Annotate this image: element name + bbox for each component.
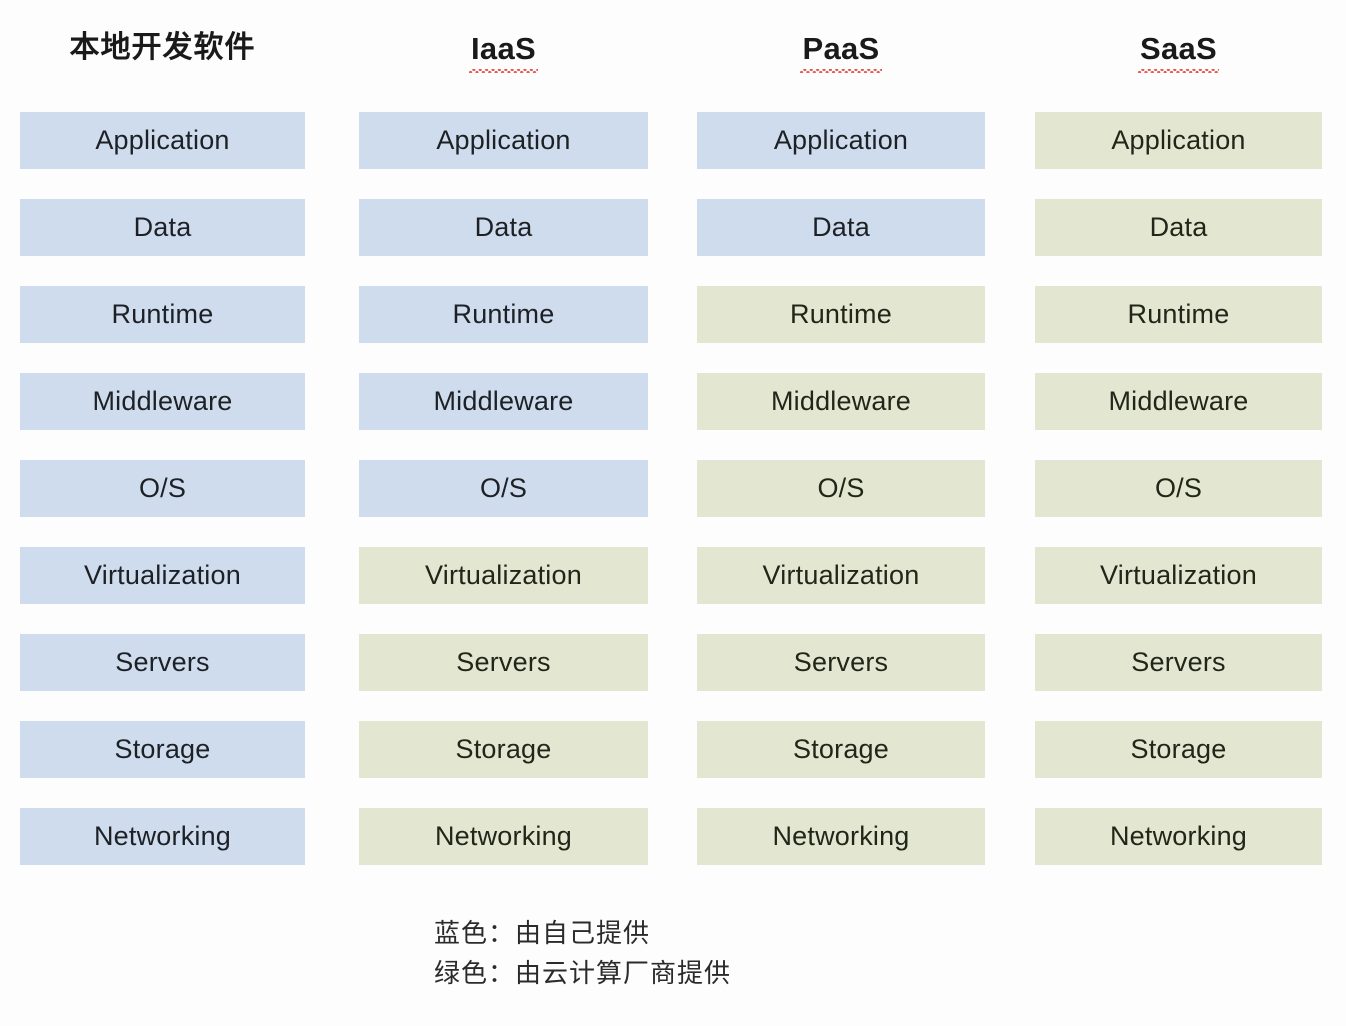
layer-block-on_premises-networking: Networking bbox=[20, 808, 305, 865]
layer-block-on_premises-virtualization: Virtualization bbox=[20, 547, 305, 604]
layer-label: O/S bbox=[479, 473, 528, 503]
layer-block-saas-runtime: Runtime bbox=[1035, 286, 1322, 343]
layer-label: Virtualization bbox=[762, 560, 920, 590]
layer-label: Networking bbox=[434, 821, 573, 851]
layer-label: O/S bbox=[1154, 473, 1203, 503]
layer-block-saas-storage: Storage bbox=[1035, 721, 1322, 778]
stack-column-saas: Application Data Runtime Middleware O/S Virtu… bbox=[1035, 112, 1322, 865]
layer-label: Virtualization bbox=[84, 560, 241, 590]
layer-block-on_premises-o-s: O/S bbox=[20, 460, 305, 517]
column-header-label: 本地开发软件 bbox=[69, 31, 256, 64]
layer-label: Data bbox=[133, 212, 192, 242]
layer-label: Storage bbox=[455, 734, 552, 764]
layer-block-paas-servers: Servers bbox=[697, 634, 985, 691]
layer-label: Application bbox=[95, 125, 230, 155]
layer-label: Runtime bbox=[1127, 299, 1230, 329]
layer-label: Application bbox=[1111, 125, 1246, 155]
layer-label: Application bbox=[436, 125, 571, 155]
layer-block-saas-virtualization: Virtualization bbox=[1035, 547, 1322, 604]
column-header-on_premises: 本地开发软件 bbox=[20, 0, 305, 96]
layer-block-iaas-servers: Servers bbox=[359, 634, 648, 691]
layer-block-paas-data: Data bbox=[697, 199, 985, 256]
layer-block-saas-networking: Networking bbox=[1035, 808, 1322, 865]
layer-block-paas-application: Application bbox=[697, 112, 985, 169]
layer-block-iaas-application: Application bbox=[359, 112, 648, 169]
layer-block-iaas-o-s: O/S bbox=[359, 460, 648, 517]
column-header-label: SaaS bbox=[1137, 30, 1220, 73]
layer-label: Virtualization bbox=[1100, 560, 1257, 590]
layer-block-iaas-middleware: Middleware bbox=[359, 373, 648, 430]
layer-block-on_premises-data: Data bbox=[20, 199, 305, 256]
stack-column-iaas: Application Data Runtime Middleware O/S Virtu… bbox=[359, 112, 648, 865]
layer-block-paas-storage: Storage bbox=[697, 721, 985, 778]
layer-block-iaas-storage: Storage bbox=[359, 721, 648, 778]
layer-label: Middleware bbox=[92, 386, 233, 416]
layer-label: Servers bbox=[456, 647, 551, 677]
layer-label: Runtime bbox=[790, 299, 892, 329]
layer-block-paas-middleware: Middleware bbox=[697, 373, 985, 430]
layer-block-paas-networking: Networking bbox=[697, 808, 985, 865]
layer-block-on_premises-middleware: Middleware bbox=[20, 373, 305, 430]
layer-label: Networking bbox=[772, 821, 910, 851]
layer-block-iaas-data: Data bbox=[359, 199, 648, 256]
layer-label: Storage bbox=[793, 734, 889, 764]
layer-label: Middleware bbox=[1108, 386, 1249, 416]
layer-label: Middleware bbox=[770, 386, 912, 416]
column-header-saas: SaaS bbox=[1035, 0, 1322, 96]
layer-label: Networking bbox=[93, 821, 232, 851]
column-header-label: PaaS bbox=[800, 30, 882, 73]
layer-block-saas-middleware: Middleware bbox=[1035, 373, 1322, 430]
layer-label: Servers bbox=[1131, 647, 1226, 677]
layer-label: Servers bbox=[793, 647, 889, 677]
layer-block-saas-servers: Servers bbox=[1035, 634, 1322, 691]
column-headers: 本地开发软件 IaaS PaaS SaaS bbox=[0, 0, 1346, 96]
layer-label: Middleware bbox=[433, 386, 574, 416]
stack-column-paas: Application Data Runtime Middleware O/S Virtu… bbox=[697, 112, 985, 865]
layer-label: Networking bbox=[1109, 821, 1248, 851]
legend: 蓝色：由自己提供绿色：由云计算厂商提供 bbox=[434, 918, 731, 988]
layer-label: Runtime bbox=[452, 299, 555, 329]
layer-block-on_premises-storage: Storage bbox=[20, 721, 305, 778]
layer-block-iaas-virtualization: Virtualization bbox=[359, 547, 648, 604]
legend-line-green: 绿色：由云计算厂商提供 bbox=[434, 957, 732, 988]
layer-label: O/S bbox=[817, 473, 865, 503]
layer-label: Data bbox=[812, 212, 870, 242]
layer-block-saas-data: Data bbox=[1035, 199, 1322, 256]
column-header-paas: PaaS bbox=[697, 0, 985, 96]
layer-block-on_premises-application: Application bbox=[20, 112, 305, 169]
legend-line-blue: 蓝色：由自己提供 bbox=[434, 918, 651, 948]
layer-block-iaas-runtime: Runtime bbox=[359, 286, 648, 343]
layer-block-on_premises-servers: Servers bbox=[20, 634, 305, 691]
layer-block-iaas-networking: Networking bbox=[359, 808, 648, 865]
cloud-service-models-diagram: 本地开发软件 IaaS PaaS SaaS Application Data Runtim… bbox=[0, 0, 1346, 1026]
layer-block-paas-o-s: O/S bbox=[697, 460, 985, 517]
layer-label: Storage bbox=[1130, 734, 1227, 764]
layer-block-saas-application: Application bbox=[1035, 112, 1322, 169]
layer-label: Data bbox=[1149, 212, 1208, 242]
layer-label: Storage bbox=[114, 734, 211, 764]
layer-label: Runtime bbox=[111, 299, 214, 329]
layer-block-paas-runtime: Runtime bbox=[697, 286, 985, 343]
stack-column-on_premises: Application Data Runtime Middleware O/S Virtu… bbox=[20, 112, 305, 865]
layer-label: O/S bbox=[138, 473, 187, 503]
layer-block-saas-o-s: O/S bbox=[1035, 460, 1322, 517]
layer-label: Virtualization bbox=[425, 560, 582, 590]
layer-label: Application bbox=[773, 125, 909, 155]
column-header-iaas: IaaS bbox=[359, 0, 648, 96]
layer-label: Data bbox=[474, 212, 533, 242]
layer-block-paas-virtualization: Virtualization bbox=[697, 547, 985, 604]
column-header-label: IaaS bbox=[469, 30, 538, 73]
layer-label: Servers bbox=[115, 647, 210, 677]
layer-block-on_premises-runtime: Runtime bbox=[20, 286, 305, 343]
